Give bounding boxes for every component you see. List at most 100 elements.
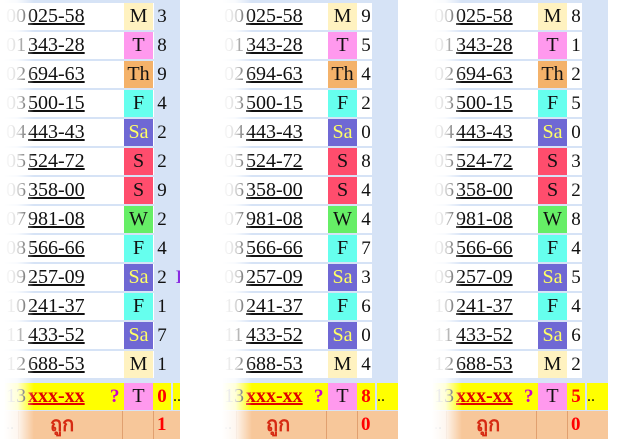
table-row: 00 025-58 M 9 (222, 2, 398, 31)
day-badge: T (124, 383, 153, 410)
footer-dots: .. (434, 416, 442, 433)
table-row: 01 343-28 T 5 (222, 31, 398, 60)
draw-code-link[interactable]: 343-28 (28, 32, 106, 59)
draw-code-link[interactable]: 500-15 (246, 90, 324, 117)
footer-divider (357, 411, 358, 439)
draw-code-link[interactable]: 358-00 (28, 177, 106, 204)
pending-code-link[interactable]: xxx-xx (456, 383, 534, 410)
day-badge: Th (538, 61, 567, 88)
day-badge: W (538, 206, 567, 233)
table-row: 06 358-00 S 9 (4, 176, 180, 205)
row-index: 04 (434, 121, 454, 143)
draw-code-link[interactable]: 500-15 (456, 90, 534, 117)
row-index: 00 (224, 5, 244, 27)
table-row: 00 025-58 M 3 (4, 2, 180, 31)
day-badge: T (538, 32, 567, 59)
day-badge: T (124, 32, 153, 59)
draw-code-link[interactable]: 343-28 (246, 32, 324, 59)
row-index: 01 (6, 34, 26, 56)
correct-count: 1 (157, 414, 167, 435)
unknown-mark: ? (314, 386, 324, 407)
day-badge: F (124, 235, 153, 262)
day-badge: S (328, 177, 357, 204)
results-panel-1: 00 025-58 M 3 01 343-28 T 8 02 694-63 Th 9 03 500-15 F… (4, 0, 180, 439)
draw-code-link[interactable]: 025-58 (28, 3, 106, 30)
draw-code-link[interactable]: 500-15 (28, 90, 106, 117)
draw-code-link[interactable]: 694-63 (246, 61, 324, 88)
draw-code-link[interactable]: 433-52 (246, 322, 324, 349)
draw-code-link[interactable]: 694-63 (456, 61, 534, 88)
pending-code-link[interactable]: xxx-xx (28, 383, 106, 410)
digit-value: 2 (571, 64, 581, 85)
correct-label: ถูก (50, 414, 75, 436)
draw-code-link[interactable]: 358-00 (246, 177, 324, 204)
draw-code-link[interactable]: 688-53 (456, 351, 534, 378)
table-row: 04 443-43 Sa 0 (432, 118, 608, 147)
table-row: 08 566-66 F 4 (4, 234, 180, 263)
day-badge: Sa (538, 264, 567, 291)
row-index: 08 (6, 237, 26, 259)
draw-code-link[interactable]: 981-08 (28, 206, 106, 233)
current-draw-row: 13xxx-xx?T0.. (4, 382, 180, 411)
draw-code-link[interactable]: 524-72 (456, 148, 534, 175)
draw-code-link[interactable]: 688-53 (28, 351, 106, 378)
row-tail: .. (587, 383, 608, 410)
draw-code-link[interactable]: 257-09 (246, 264, 324, 291)
row-index: 10 (434, 295, 454, 317)
footer-divider (122, 411, 123, 439)
table-row: 06 358-00 S 2 (432, 176, 608, 205)
draw-code-link[interactable]: 343-28 (456, 32, 534, 59)
row-index: 06 (6, 179, 26, 201)
digit-value: 3 (571, 151, 581, 172)
draw-code-link[interactable]: 241-37 (456, 293, 534, 320)
digit-value: 2 (571, 354, 581, 375)
row-index: 11 (224, 324, 244, 346)
draw-code-link[interactable]: 566-66 (246, 235, 324, 262)
draw-code-link[interactable]: 443-43 (456, 119, 534, 146)
draw-code-link[interactable]: 433-52 (456, 322, 534, 349)
draw-code-link[interactable]: 981-08 (456, 206, 534, 233)
table-row: 02 694-63 Th 2 (432, 60, 608, 89)
draw-code-link[interactable]: 257-09 (456, 264, 534, 291)
pending-code-link[interactable]: xxx-xx (246, 383, 324, 410)
digit-value: 1 (157, 296, 167, 317)
row-index: 11 (434, 324, 454, 346)
row-index: 13 (6, 385, 26, 407)
digit-value: 4 (571, 238, 581, 259)
day-badge: F (538, 293, 567, 320)
current-draw-row: 13 xxx-xx? T 8.. (222, 382, 398, 411)
row-index: 12 (6, 353, 26, 375)
draw-code-link[interactable]: 443-43 (28, 119, 106, 146)
draw-code-link[interactable]: 524-72 (246, 148, 324, 175)
draw-code-link[interactable]: 025-58 (456, 3, 534, 30)
digit-value: 4 (157, 93, 167, 114)
draw-code-link[interactable]: 358-00 (456, 177, 534, 204)
day-badge: T (538, 383, 567, 410)
table-row: 01 343-28 T 1 (432, 31, 608, 60)
draw-code-link[interactable]: 566-66 (28, 235, 106, 262)
table-row: 10 241-37 F 6 (222, 292, 398, 321)
draw-code-link[interactable]: 443-43 (246, 119, 324, 146)
digit-value: 5 (361, 35, 371, 56)
draw-code-link[interactable]: 257-09 (28, 264, 106, 291)
row-index: 06 (224, 179, 244, 201)
draw-code-link[interactable]: 688-53 (246, 351, 324, 378)
day-badge: F (538, 90, 567, 117)
row-tail: .. (377, 383, 398, 410)
draw-code-link[interactable]: 433-52 (28, 322, 106, 349)
row-index: 03 (224, 92, 244, 114)
footer-divider (18, 411, 19, 439)
draw-code-link[interactable]: 524-72 (28, 148, 106, 175)
row-index: 08 (224, 237, 244, 259)
digit-value: 4 (361, 354, 371, 375)
day-badge: Th (328, 61, 357, 88)
day-badge: Sa (538, 119, 567, 146)
draw-code-link[interactable]: 566-66 (456, 235, 534, 262)
draw-code-link[interactable]: 241-37 (28, 293, 106, 320)
table-row: 09257-09 Sa2H (4, 263, 180, 292)
results-panel-3: 00 025-58 M 8 01 343-28 T 1 02 694-63 Th 2 03 500-15 F… (432, 0, 608, 439)
draw-code-link[interactable]: 981-08 (246, 206, 324, 233)
draw-code-link[interactable]: 025-58 (246, 3, 324, 30)
draw-code-link[interactable]: 694-63 (28, 61, 106, 88)
draw-code-link[interactable]: 241-37 (246, 293, 324, 320)
